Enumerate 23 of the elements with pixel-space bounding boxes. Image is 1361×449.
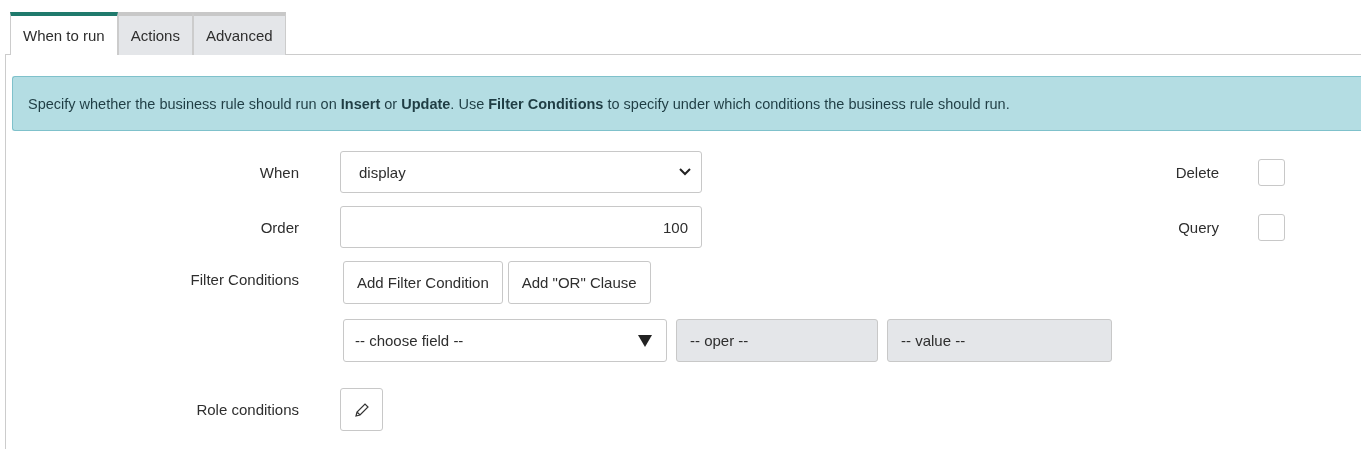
tab[interactable]: Advanced xyxy=(192,12,286,55)
checkbox-label: Delete xyxy=(1174,163,1219,181)
field-label: Filter Conditions xyxy=(189,271,299,288)
field-label: When xyxy=(258,163,299,181)
value-field[interactable]: -- value -- xyxy=(887,319,1112,362)
add-or-button[interactable]: Add "OR" Clause xyxy=(507,261,651,304)
tab[interactable]: Actions xyxy=(117,12,193,55)
info-message: Specify whether the business rule should run on Insert or Update. Use Filter Conditions to specify under which conditions the business rule should run. xyxy=(28,95,1010,112)
field-select[interactable]: -- choose field -- xyxy=(343,319,667,362)
add-filter-button[interactable]: Add Filter Condition xyxy=(343,261,503,304)
field-label: Role conditions xyxy=(195,401,299,418)
checkbox-label: Query xyxy=(1177,218,1219,236)
field-label: Order xyxy=(259,218,299,236)
checkbox[interactable] xyxy=(1258,213,1285,241)
tab[interactable]: When to run xyxy=(10,12,118,55)
chevron-down-icon xyxy=(679,168,691,176)
when-select[interactable]: display xyxy=(340,151,702,193)
checkbox[interactable] xyxy=(1258,158,1285,186)
triangle-down-icon xyxy=(638,334,652,347)
order-field[interactable]: 100 xyxy=(340,206,702,248)
pencil-icon xyxy=(353,401,370,418)
edit-button[interactable] xyxy=(340,388,383,431)
operator-select[interactable]: -- oper -- xyxy=(676,319,878,362)
